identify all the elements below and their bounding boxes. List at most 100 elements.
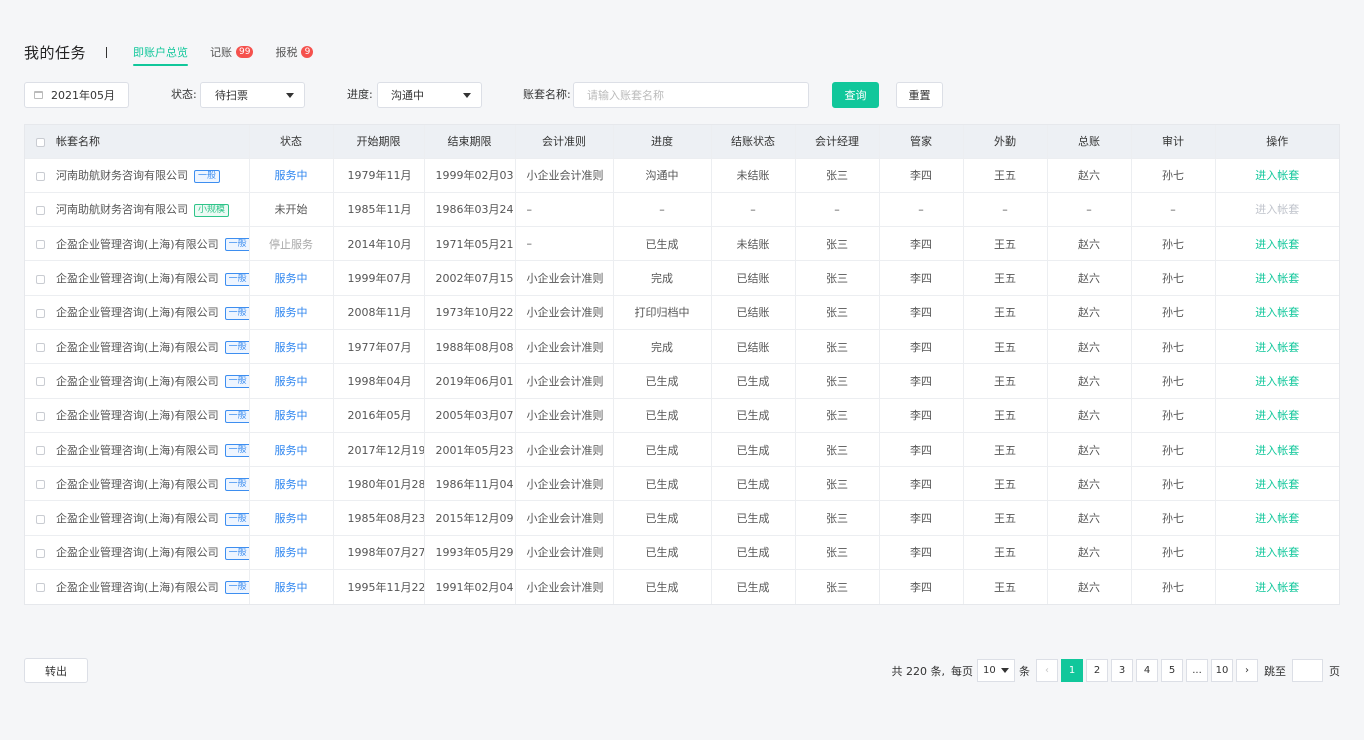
start-date-cell: 2014年10月 xyxy=(333,226,425,261)
tab-account-overview[interactable]: 即账户总览 xyxy=(133,38,189,66)
steward-cell: 李四 xyxy=(879,500,964,536)
row-checkbox[interactable] xyxy=(36,240,45,250)
column-header: 操作 xyxy=(1215,125,1339,158)
field-agent-cell: – xyxy=(963,191,1048,227)
steward-cell: 李四 xyxy=(879,569,964,604)
row-checkbox[interactable] xyxy=(36,171,45,181)
audit-cell: – xyxy=(1131,191,1216,227)
ledger-cell: 赵六 xyxy=(1047,294,1132,330)
page-number-button[interactable]: 2 xyxy=(1086,659,1108,682)
start-date-cell: 1995年11月22日 xyxy=(333,569,425,604)
count-badge: 99 xyxy=(236,46,254,58)
next-page-button[interactable]: › xyxy=(1236,659,1258,682)
page-number-button[interactable]: 4 xyxy=(1136,659,1158,682)
actions-cell: 进入帐套 xyxy=(1215,397,1339,433)
pagination: 共 220 条, 每页 10 条 ‹ 1 2 3 4 5... 10 › 跳至 页 xyxy=(892,659,1340,682)
query-button[interactable]: 查询 xyxy=(832,82,879,108)
taxpayer-type-tag: 一般 xyxy=(224,272,248,286)
table-body: 河南助航财务咨询有限公司一般服务中1979年11月1999年02月03日小企业会… xyxy=(25,157,1339,604)
row-checkbox[interactable] xyxy=(36,274,45,284)
account-name-cell: 企盈企业管理咨询(上海)有限公司 一般 xyxy=(25,500,250,536)
enter-account-link[interactable]: 进入帐套 xyxy=(1255,409,1299,422)
row-checkbox[interactable] xyxy=(36,514,45,524)
accounting-standard-cell: 小企业会计准则 xyxy=(515,500,614,536)
actions-cell: 进入帐套 xyxy=(1215,328,1339,364)
account-name-input[interactable]: 请输入账套名称 xyxy=(573,82,809,108)
reset-button[interactable]: 重置 xyxy=(896,82,943,108)
account-name: 企盈企业管理咨询(上海)有限公司 xyxy=(56,237,219,251)
progress-cell: 已生成 xyxy=(613,431,712,467)
page-size-select[interactable]: 10 xyxy=(977,659,1015,682)
accounting-standard-cell: 小企业会计准则 xyxy=(515,363,614,399)
row-checkbox[interactable] xyxy=(36,343,45,353)
account-name: 企盈企业管理咨询(上海)有限公司 xyxy=(56,512,219,526)
row-checkbox[interactable] xyxy=(36,480,45,490)
enter-account-link[interactable]: 进入帐套 xyxy=(1255,169,1299,182)
enter-account-link[interactable]: 进入帐套 xyxy=(1255,512,1299,525)
taxpayer-type-tag: 一般 xyxy=(224,512,248,526)
column-header: 会计准则 xyxy=(515,125,614,158)
actions-cell: 进入帐套 xyxy=(1215,431,1339,467)
account-name: 企盈企业管理咨询(上海)有限公司 xyxy=(56,306,219,320)
account-name: 企盈企业管理咨询(上海)有限公司 xyxy=(56,546,219,560)
account-name: 企盈企业管理咨询(上海)有限公司 xyxy=(56,443,219,457)
enter-account-link[interactable]: 进入帐套 xyxy=(1255,478,1299,491)
account-name-label: 账套名称: xyxy=(523,88,571,101)
row-checkbox[interactable] xyxy=(36,377,45,387)
actions-cell: 进入帐套 xyxy=(1215,466,1339,501)
page-suffix: 页 xyxy=(1329,664,1340,678)
audit-cell: 孙七 xyxy=(1131,397,1216,433)
row-checkbox[interactable] xyxy=(36,583,45,593)
enter-account-link[interactable]: 进入帐套 xyxy=(1255,581,1299,594)
select-all-checkbox[interactable] xyxy=(36,137,45,147)
page-number-button[interactable]: 3 xyxy=(1111,659,1133,682)
row-checkbox[interactable] xyxy=(36,411,45,421)
enter-account-link[interactable]: 进入帐套 xyxy=(1255,306,1299,319)
tab-tax-filing[interactable]: 报税 9 xyxy=(275,38,314,66)
steward-cell: 李四 xyxy=(879,157,964,193)
tab-label: 即账户总览 xyxy=(133,46,189,59)
page-number-button[interactable]: 5 xyxy=(1161,659,1183,682)
audit-cell: 孙七 xyxy=(1131,157,1216,193)
field-agent-cell: 王五 xyxy=(963,466,1048,501)
end-date-cell: 2002年07月15日 xyxy=(424,260,516,296)
tab-bookkeeping[interactable]: 记账 99 xyxy=(210,38,254,66)
progress-select[interactable]: 沟通中 xyxy=(377,82,482,108)
jump-page-input[interactable] xyxy=(1292,659,1323,682)
steward-cell: 李四 xyxy=(879,534,964,570)
progress-cell: 已生成 xyxy=(613,397,712,433)
month-picker[interactable]: 2021年05月 xyxy=(24,82,129,108)
page-number-button[interactable]: 10 xyxy=(1211,659,1233,682)
row-checkbox[interactable] xyxy=(36,548,45,558)
page-number-button[interactable]: 1 xyxy=(1061,659,1083,682)
row-checkbox[interactable] xyxy=(36,446,45,456)
row-checkbox[interactable] xyxy=(36,308,45,318)
enter-account-link[interactable]: 进入帐套 xyxy=(1255,375,1299,388)
end-date-cell: 2005年03月07日 xyxy=(424,397,516,433)
enter-account-link[interactable]: 进入帐套 xyxy=(1255,341,1299,354)
chevron-down-icon xyxy=(463,93,471,98)
export-button[interactable]: 转出 xyxy=(24,658,88,683)
tab-bar: 即账户总览 记账 99 报税 9 xyxy=(133,38,335,66)
account-name: 企盈企业管理咨询(上海)有限公司 xyxy=(56,340,219,354)
enter-account-link[interactable]: 进入帐套 xyxy=(1255,444,1299,457)
closing-status-cell: 已生成 xyxy=(711,500,796,536)
enter-account-link[interactable]: 进入帐套 xyxy=(1255,238,1299,251)
status-cell: 服务中 xyxy=(249,294,334,330)
account-name-cell: 企盈企业管理咨询(上海)有限公司 一般 xyxy=(25,397,250,433)
account-name-cell: 企盈企业管理咨询(上海)有限公司 一般 xyxy=(25,328,250,364)
enter-account-link[interactable]: 进入帐套 xyxy=(1255,272,1299,285)
ledger-cell: 赵六 xyxy=(1047,260,1132,296)
accounting-standard-cell: 小企业会计准则 xyxy=(515,328,614,364)
row-checkbox[interactable] xyxy=(36,205,45,215)
prev-page-button[interactable]: ‹ xyxy=(1036,659,1058,682)
status-select[interactable]: 待扫票 xyxy=(200,82,305,108)
taxpayer-type-tag: 一般 xyxy=(224,581,248,595)
enter-account-link[interactable]: 进入帐套 xyxy=(1255,546,1299,559)
start-date-cell: 1979年11月 xyxy=(333,157,425,193)
progress-cell: – xyxy=(613,191,712,227)
steward-cell: 李四 xyxy=(879,226,964,261)
closing-status-cell: 已生成 xyxy=(711,397,796,433)
calendar-icon xyxy=(34,91,43,99)
account-name: 企盈企业管理咨询(上海)有限公司 xyxy=(56,477,219,491)
